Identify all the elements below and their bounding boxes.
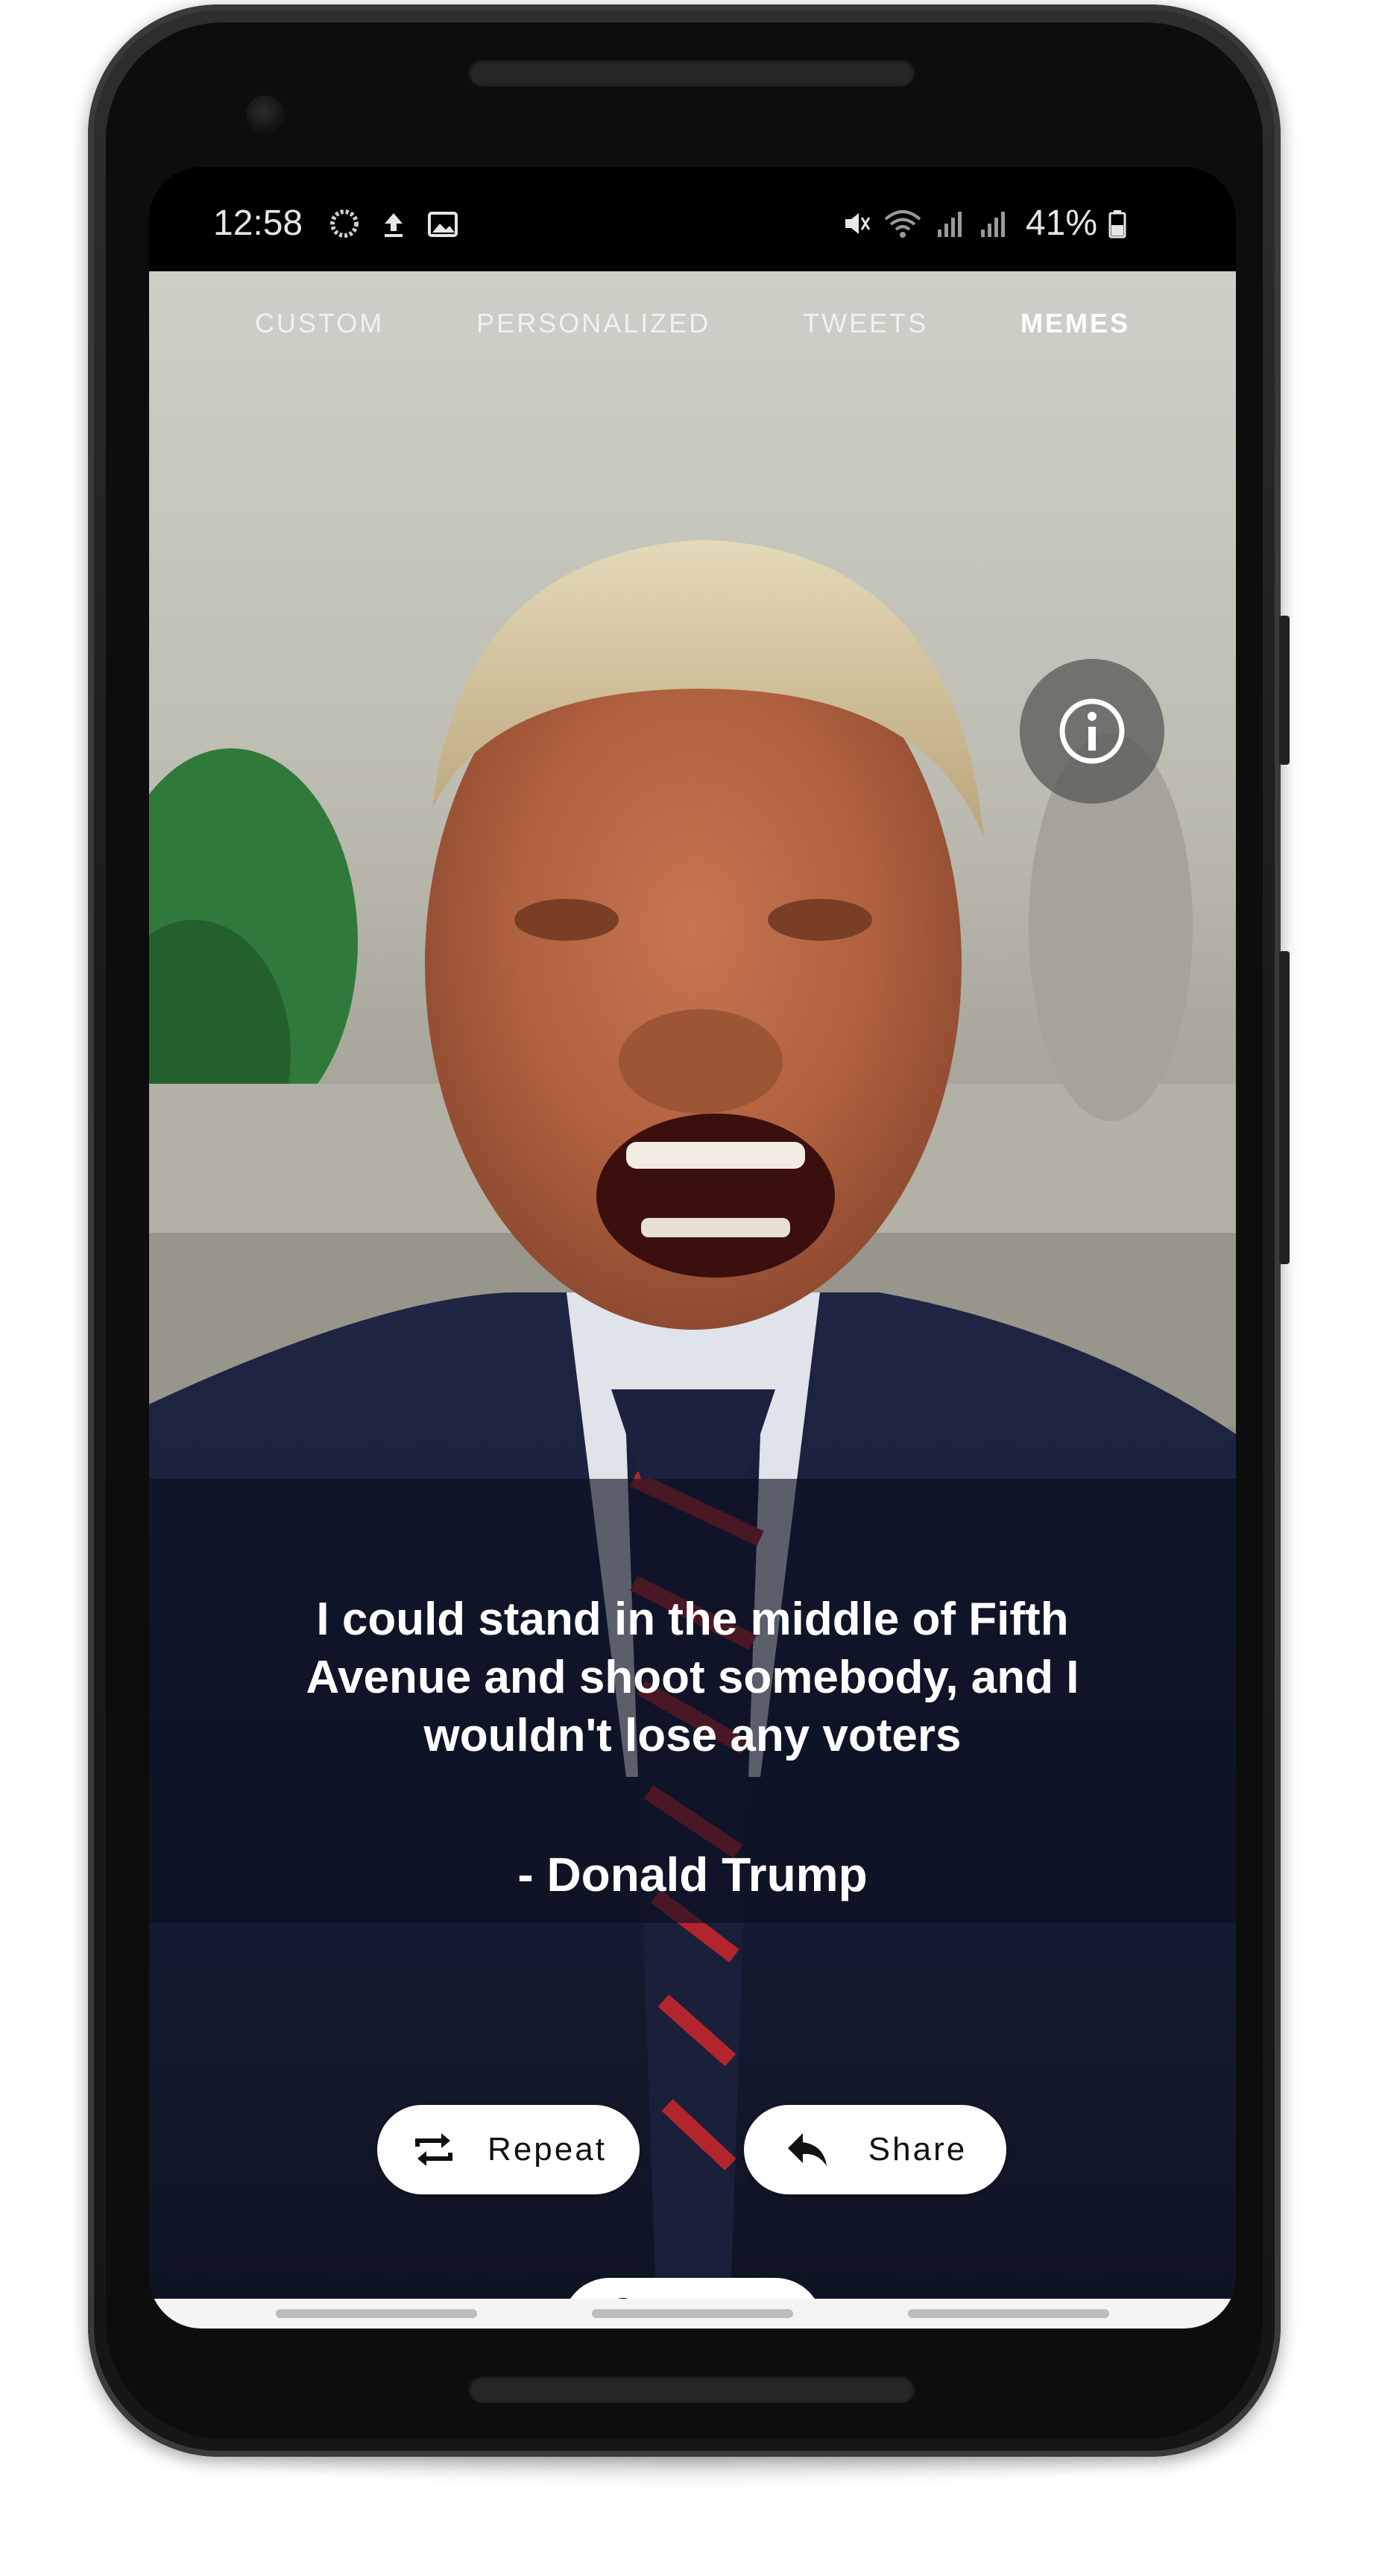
info-icon	[1059, 698, 1125, 764]
repeat-button[interactable]: Repeat	[377, 2105, 640, 2194]
power-button	[1279, 951, 1290, 1264]
front-camera	[246, 95, 285, 134]
tab-memes[interactable]: MEMES	[1020, 308, 1130, 339]
meme-content: CUSTOM PERSONALIZED TWEETS MEMES I could…	[149, 271, 1236, 2299]
battery-icon	[1108, 209, 1126, 238]
volume-button	[1279, 616, 1290, 765]
gesture-nav-bar	[149, 2299, 1236, 2329]
tab-tweets[interactable]: TWEETS	[803, 308, 928, 339]
signal-icon-2	[980, 211, 1005, 237]
repeat-label: Repeat	[488, 2131, 607, 2168]
get-meme-quote-button[interactable]: Get meme quote	[562, 2278, 823, 2299]
status-bar: 12:58 41%	[149, 167, 1236, 271]
status-left-icons	[328, 207, 459, 240]
wifi-icon	[884, 209, 921, 238]
nav-indicator-center[interactable]	[592, 2309, 793, 2318]
nav-indicator-left[interactable]	[276, 2309, 477, 2318]
reply-icon	[787, 2133, 827, 2166]
share-button[interactable]: Share	[744, 2105, 1006, 2194]
status-time: 12:58	[213, 203, 303, 243]
battery-percent: 41%	[1025, 203, 1097, 243]
info-button[interactable]	[1020, 659, 1164, 804]
background-photo	[149, 271, 1236, 2299]
quote-text: I could stand in the middle of Fifth Ave…	[306, 1594, 1079, 1761]
mute-icon	[845, 212, 871, 234]
tab-personalized[interactable]: PERSONALIZED	[476, 308, 710, 339]
upload-icon	[385, 213, 403, 237]
image-icon	[428, 212, 458, 237]
status-right-icons: 41%	[839, 203, 1127, 244]
nav-indicator-right[interactable]	[908, 2309, 1109, 2318]
sync-icon	[330, 209, 359, 238]
signal-icon	[937, 211, 962, 237]
quote-author: - Donald Trump	[517, 1848, 868, 1901]
repeat-icon	[415, 2133, 453, 2166]
share-label: Share	[868, 2131, 968, 2168]
tab-custom[interactable]: CUSTOM	[255, 308, 384, 339]
tab-bar: CUSTOM PERSONALIZED TWEETS MEMES	[149, 271, 1236, 376]
earpiece-speaker	[468, 58, 915, 86]
bottom-speaker	[468, 2375, 915, 2403]
app-screen: 12:58 41% CUSTOM PERSONALIZED TWEETS MEM…	[149, 167, 1236, 2329]
get-meme-label-line1: Get meme	[611, 2290, 774, 2299]
